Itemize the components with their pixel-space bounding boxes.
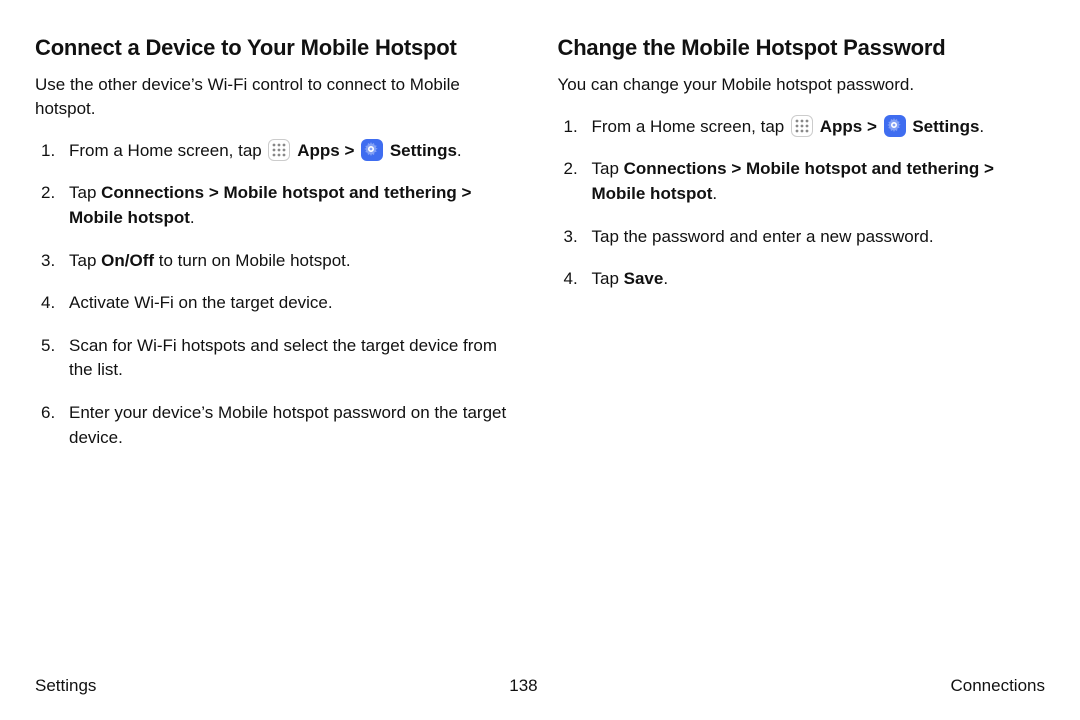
left-step-4: Activate Wi-Fi on the target device. (35, 291, 523, 316)
left-column: Connect a Device to Your Mobile Hotspot … (35, 35, 523, 468)
left-steps: From a Home screen, tap Apps > Settings.… (35, 139, 523, 451)
left-step-6: Enter your device’s Mobile hotspot passw… (35, 401, 523, 450)
chevron-icon: > (209, 183, 219, 202)
bold-save: Save (624, 269, 664, 288)
period: . (979, 117, 984, 136)
apps-icon (791, 115, 813, 137)
left-step-1: From a Home screen, tap Apps > Settings. (35, 139, 523, 164)
chevron-icon: > (462, 183, 472, 202)
right-step-4: Tap Save. (558, 267, 1046, 292)
apps-label: Apps (297, 141, 340, 160)
chevron-icon: > (984, 159, 994, 178)
chevron-icon: > (867, 117, 877, 136)
bold-path: Connections (101, 183, 204, 202)
step-text: Tap (69, 251, 101, 270)
bold-path: Mobile hotspot (592, 184, 713, 203)
left-step-5: Scan for Wi-Fi hotspots and select the t… (35, 334, 523, 383)
right-steps: From a Home screen, tap Apps > Settings.… (558, 115, 1046, 292)
two-column-layout: Connect a Device to Your Mobile Hotspot … (35, 35, 1045, 468)
step-text: Tap (69, 183, 101, 202)
footer-page-number: 138 (509, 676, 537, 696)
period: . (457, 141, 462, 160)
left-step-2: Tap Connections > Mobile hotspot and tet… (35, 181, 523, 230)
settings-label: Settings (912, 117, 979, 136)
apps-label: Apps (820, 117, 863, 136)
bold-path: Mobile hotspot (69, 208, 190, 227)
right-heading: Change the Mobile Hotspot Password (558, 35, 1046, 61)
step-text: From a Home screen, tap (592, 117, 789, 136)
settings-icon (884, 115, 906, 137)
bold-path: Mobile hotspot and tethering (224, 183, 457, 202)
step-text: Tap (592, 269, 624, 288)
manual-page: Connect a Device to Your Mobile Hotspot … (0, 0, 1080, 720)
left-step-3: Tap On/Off to turn on Mobile hotspot. (35, 249, 523, 274)
right-intro: You can change your Mobile hotspot passw… (558, 73, 1046, 97)
right-step-2: Tap Connections > Mobile hotspot and tet… (558, 157, 1046, 206)
period: . (712, 184, 717, 203)
settings-label: Settings (390, 141, 457, 160)
chevron-icon: > (344, 141, 354, 160)
chevron-icon: > (731, 159, 741, 178)
left-intro: Use the other device’s Wi-Fi control to … (35, 73, 523, 121)
right-step-1: From a Home screen, tap Apps > Settings. (558, 115, 1046, 140)
step-text: Tap (592, 159, 624, 178)
right-step-3: Tap the password and enter a new passwor… (558, 225, 1046, 250)
left-heading: Connect a Device to Your Mobile Hotspot (35, 35, 523, 61)
footer-right: Connections (950, 676, 1045, 696)
settings-icon (361, 139, 383, 161)
bold-path: Connections (624, 159, 727, 178)
apps-icon (268, 139, 290, 161)
right-column: Change the Mobile Hotspot Password You c… (558, 35, 1046, 468)
period: . (663, 269, 668, 288)
bold-onoff: On/Off (101, 251, 154, 270)
step-text: From a Home screen, tap (69, 141, 266, 160)
step-text: to turn on Mobile hotspot. (154, 251, 351, 270)
period: . (190, 208, 195, 227)
footer-left: Settings (35, 676, 96, 696)
bold-path: Mobile hotspot and tethering (746, 159, 979, 178)
page-footer: Settings 138 Connections (35, 676, 1045, 696)
